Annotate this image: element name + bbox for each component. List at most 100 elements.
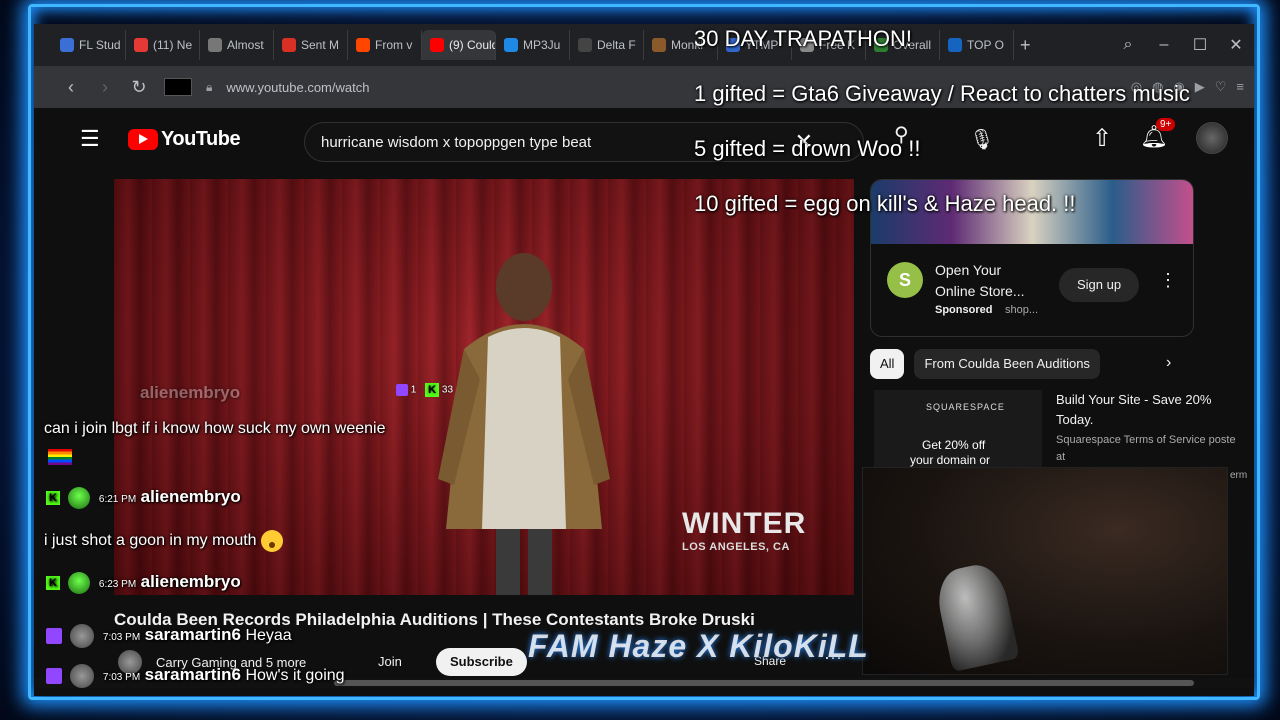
tab-favicon-icon [652,38,666,52]
youtube-wordmark: YouTube [161,128,241,150]
pride-flag-icon [48,449,72,465]
youtube-header: ☰ YouTube hurricane wisdom x topoppgen t… [34,108,1254,170]
twitch-icon [46,628,62,644]
tab-favicon-icon [578,38,592,52]
tab-label: (9) Could [449,38,496,52]
tab-label: Sent M [301,38,340,52]
sponsored-label: Sponsored [935,304,993,316]
chat-message: Heyaa [245,627,292,645]
new-tab-button[interactable]: + [1020,35,1031,56]
chat-message-row: i just shot a goon in my mouth [44,530,284,552]
scrollbar-thumb[interactable] [334,680,1194,686]
goal-line-3: 10 gifted = egg on kill's & Haze head. !… [694,191,1076,216]
browser-tab[interactable]: (9) Could [422,30,496,60]
youtube-play-icon [128,129,158,150]
alien-avatar [68,572,91,594]
chat-username: alienembryo [140,487,241,507]
goal-title: 30 DAY TRAPATHON! [694,26,913,51]
notification-badge: 9+ [1156,118,1176,131]
back-button[interactable]: ‹ [54,77,88,98]
chat-time: 6:21 PM [98,494,137,506]
chevron-right-icon[interactable]: › [1166,354,1171,372]
tab-favicon-icon [208,38,222,52]
join-button[interactable]: Join [378,654,402,669]
filter-chips: All From Coulda Been Auditions [870,349,1194,379]
chat-row: 7:03 PM saramartin6 Heyaa [46,624,292,648]
tab-label: (11) Ne [153,38,193,52]
kick-icon: K [46,576,60,590]
twitch-viewer-count: 1 [410,384,417,396]
heart-icon[interactable]: ♡ [1215,79,1227,95]
browser-tab[interactable]: Delta F [570,30,644,60]
video-name-overlay: WINTER [682,507,807,540]
tab-favicon-icon [134,38,148,52]
alien-avatar [68,487,91,509]
recommended-title[interactable]: Build Your Site - Save 20% Today. [1056,390,1246,430]
kick-viewer-count: 33 [441,384,454,396]
kick-icon: K [425,383,440,397]
browser-tab[interactable]: MP3Ju [496,30,570,60]
chip-all[interactable]: All [870,349,905,379]
microphone-icon[interactable]: 🎙︎ [962,120,1002,160]
browser-tab[interactable]: (11) Ne [126,30,200,60]
chat-time: 7:03 PM [102,672,141,684]
video-location-overlay: LOS ANGELES, CA [682,541,790,553]
tab-favicon-icon [60,38,74,52]
tab-label: From v [375,38,413,52]
browser-tab[interactable]: FL Stud [52,30,126,60]
chat-username: alienembryo [140,383,241,402]
recommended-terms-fragment: erm [1230,470,1248,481]
window-controls: ⌕ – ☐ ✕ [1110,24,1254,66]
close-window-button[interactable]: ✕ [1218,35,1254,55]
extension-icon[interactable]: ▶ [1195,79,1205,95]
browser-tab[interactable]: From v [348,30,422,60]
minimize-button[interactable]: – [1146,36,1182,54]
subscribe-button[interactable]: Subscribe [436,648,527,676]
youtube-logo[interactable]: YouTube [128,128,241,151]
chat-username-faded: alienembryo [140,383,240,403]
browser-tab[interactable]: Sent M [274,30,348,60]
recommended-subtitle: Squarespace Terms of Service poste at [1056,434,1236,463]
tab-label: FL Stud [79,38,121,52]
shopify-icon: S [887,262,923,298]
ad-title[interactable]: Open Your Online Store... [935,260,1045,302]
browser-tab[interactable]: Almost [200,30,274,60]
lock-icon[interactable]: 🔒︎ [206,80,212,95]
account-avatar[interactable] [1196,122,1228,154]
chat-header: K 6:21 PM alienembryo [46,487,241,509]
goal-line-2: 5 gifted = drown Woo !! [694,136,921,161]
tab-search-icon[interactable]: ⌕ [1110,36,1146,54]
chat-username: saramartin6 [144,665,241,685]
forward-button[interactable]: › [88,77,122,98]
chat-username: alienembryo [140,572,241,592]
tab-label: Delta F [597,38,636,52]
ad-signup-button[interactable]: Sign up [1059,268,1139,302]
browser-tab[interactable]: TOP O [940,30,1014,60]
performer-figure [438,253,610,595]
extension-icon[interactable]: ≡ [1236,79,1244,95]
thumb-text: Get 20% off [922,438,986,452]
chat-message: How's it going [245,667,345,685]
tab-favicon-icon [356,38,370,52]
create-upload-icon[interactable]: ⇧ [1092,124,1112,153]
reload-button[interactable]: ↻ [122,77,156,98]
goal-line-1: 1 gifted = Gta6 Giveaway / React to chat… [694,81,1190,106]
chat-row: 7:03 PM saramartin6 How's it going [46,664,345,688]
chip-from-channel[interactable]: From Coulda Been Auditions [914,349,1100,379]
kick-icon: K [46,491,60,505]
search-input[interactable]: hurricane wisdom x topoppgen type beat [321,134,591,151]
recommended-thumbnail[interactable]: SQUARESPACE Get 20% off your domain or [874,390,1042,468]
chat-time: 6:23 PM [98,579,137,591]
viewer-counts: 1 K 33 [396,383,453,397]
tab-favicon-icon [282,38,296,52]
twitch-icon [396,384,408,396]
ad-more-icon[interactable]: ⋮ [1159,270,1177,291]
tab-bar: FL Stud (11) Ne Almost Sent M From v (9) Coul… [34,24,1254,66]
thumb-text: your domain or [910,453,991,467]
tab-favicon-icon [430,38,444,52]
webcam-feed [862,467,1228,675]
maximize-button[interactable]: ☐ [1182,35,1218,55]
url-field[interactable]: www.youtube.com/watch [226,80,369,95]
chat-message: i just shot a goon in my mouth [44,532,257,550]
menu-icon[interactable]: ☰ [80,126,100,152]
